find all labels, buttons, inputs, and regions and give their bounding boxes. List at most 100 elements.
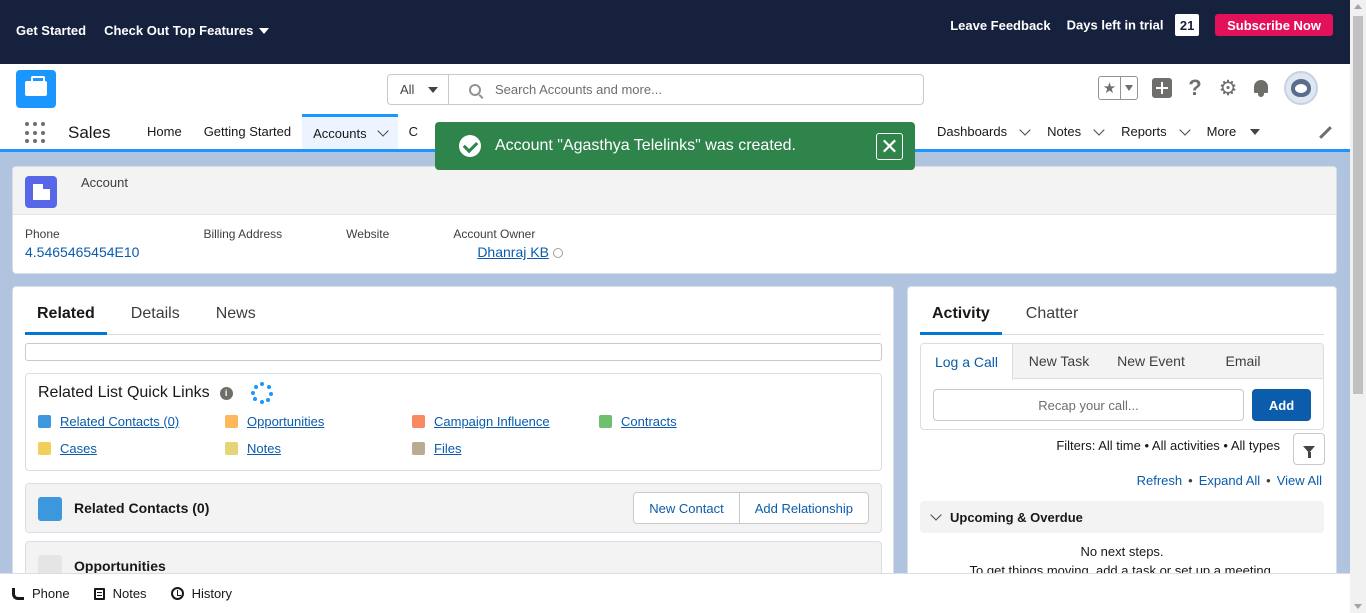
nav-item-home[interactable]: Home xyxy=(136,114,193,149)
page-scrollbar[interactable] xyxy=(1350,0,1366,613)
favorites-dropdown[interactable] xyxy=(1121,77,1137,99)
edit-nav-pencil-icon[interactable] xyxy=(1318,126,1332,140)
quick-link-opportunities[interactable]: Opportunities xyxy=(225,414,412,429)
quick-link-related-contacts[interactable]: Related Contacts (0) xyxy=(38,414,225,429)
files-icon xyxy=(412,442,425,455)
global-search: All Search Accounts and more... xyxy=(387,74,924,105)
new-contact-button[interactable]: New Contact xyxy=(634,493,738,523)
help-icon[interactable]: ? xyxy=(1186,75,1204,101)
nav-item-getting-started[interactable]: Getting Started xyxy=(193,114,302,149)
cases-icon xyxy=(38,442,51,455)
app-launcher-icon[interactable] xyxy=(25,122,47,144)
gear-icon[interactable]: ⚙ xyxy=(1218,76,1238,101)
nav-item-dashboards[interactable]: Dashboards xyxy=(928,114,1038,149)
quick-link-files[interactable]: Files xyxy=(412,441,599,456)
days-left-label: Days left in trial xyxy=(1066,17,1164,33)
tab-log-a-call[interactable]: Log a Call xyxy=(921,344,1013,380)
tab-new-event[interactable]: New Event xyxy=(1105,344,1197,378)
utility-history[interactable]: History xyxy=(170,586,233,601)
field-phone: Phone 4.5465465454E10 xyxy=(25,227,139,260)
contacts-icon xyxy=(38,497,62,521)
utility-label: Notes xyxy=(112,586,147,601)
card-title[interactable]: Opportunities xyxy=(74,558,166,574)
quick-link-notes[interactable]: Notes xyxy=(225,441,412,456)
field-website: Website xyxy=(346,227,389,260)
search-scope-label: All xyxy=(400,82,415,97)
no-next-steps-text: No next steps. xyxy=(1080,544,1164,559)
tab-details[interactable]: Details xyxy=(119,301,192,335)
card-title[interactable]: Related Contacts (0) xyxy=(74,500,209,516)
tab-new-task[interactable]: New Task xyxy=(1013,344,1105,378)
success-check-icon xyxy=(459,135,481,157)
avatar[interactable] xyxy=(1284,71,1318,105)
nav-item-reports[interactable]: Reports xyxy=(1112,114,1198,149)
upcoming-overdue-section[interactable]: Upcoming & Overdue xyxy=(920,501,1324,533)
quick-link-contracts[interactable]: Contracts xyxy=(599,414,786,429)
app-logo-icon[interactable] xyxy=(16,70,56,108)
utility-label: Phone xyxy=(32,586,70,601)
nav-item-contacts[interactable]: C xyxy=(398,114,429,149)
refresh-link[interactable]: Refresh xyxy=(1137,473,1183,488)
utility-notes[interactable]: Notes xyxy=(93,586,147,601)
add-relationship-button[interactable]: Add Relationship xyxy=(738,493,868,523)
scrollbar-thumb[interactable] xyxy=(1353,16,1363,394)
leave-feedback-link[interactable]: Leave Feedback xyxy=(950,18,1050,33)
scroll-down-icon[interactable] xyxy=(1354,604,1362,609)
contracts-icon xyxy=(599,415,612,428)
app-name: Sales xyxy=(68,123,111,142)
info-icon[interactable]: i xyxy=(219,386,233,400)
trial-bar: Get Started Check Out Top Features Leave… xyxy=(0,0,1350,64)
tab-email[interactable]: Email xyxy=(1197,344,1289,378)
notes-icon xyxy=(93,587,105,600)
chevron-down-icon[interactable] xyxy=(1178,123,1191,136)
caret-down-icon xyxy=(259,27,270,34)
nav-item-more[interactable]: More xyxy=(1198,114,1270,149)
close-icon[interactable]: ✕ xyxy=(876,133,903,160)
quick-link-campaign-influence[interactable]: Campaign Influence xyxy=(412,414,599,429)
phone-value-link[interactable]: 4.5465465454E10 xyxy=(25,244,139,260)
filter-icon xyxy=(1303,445,1315,458)
field-label: Billing Address xyxy=(203,227,283,241)
scroll-up-icon[interactable] xyxy=(1354,4,1362,9)
activity-panel: Activity Chatter Log a Call New Task New… xyxy=(907,286,1337,586)
subscribe-now-button[interactable]: Subscribe Now xyxy=(1215,14,1333,36)
tab-chatter[interactable]: Chatter xyxy=(1014,301,1090,335)
top-features-menu[interactable]: Check Out Top Features xyxy=(104,23,270,38)
get-started-link[interactable]: Get Started xyxy=(16,23,86,38)
quick-link-label: Opportunities xyxy=(247,414,325,429)
loading-spinner-icon xyxy=(250,382,273,404)
nav-item-accounts[interactable]: Accounts xyxy=(302,114,398,149)
add-button[interactable]: Add xyxy=(1252,389,1311,421)
quick-link-label: Files xyxy=(434,441,462,456)
caret-down-icon xyxy=(1125,85,1133,91)
utility-label: History xyxy=(191,586,233,601)
nav-item-notes[interactable]: Notes xyxy=(1038,114,1112,149)
favorites-button[interactable]: ★ xyxy=(1098,76,1138,100)
days-left-count: 21 xyxy=(1175,14,1200,36)
filter-button[interactable] xyxy=(1293,433,1325,465)
tab-activity[interactable]: Activity xyxy=(920,301,1002,335)
chevron-down-icon[interactable] xyxy=(1093,123,1105,136)
notes-icon xyxy=(225,442,238,455)
tab-related[interactable]: Related xyxy=(25,301,107,335)
search-scope-select[interactable]: All xyxy=(388,75,449,104)
expand-all-link[interactable]: Expand All xyxy=(1199,473,1260,488)
global-actions-plus-icon[interactable] xyxy=(1152,78,1172,98)
card-actions: New Contact Add Relationship xyxy=(633,492,869,524)
change-owner-icon[interactable] xyxy=(552,248,563,259)
view-all-link[interactable]: View All xyxy=(1277,473,1322,488)
chevron-down-icon[interactable] xyxy=(1019,123,1031,136)
recap-call-input[interactable]: Recap your call... xyxy=(933,389,1244,421)
field-label: Account Owner xyxy=(453,227,536,241)
owner-link[interactable]: Dhanraj KB xyxy=(453,244,549,260)
star-icon[interactable]: ★ xyxy=(1099,77,1121,99)
tab-news[interactable]: News xyxy=(204,301,268,335)
related-list-quick-links: Related List Quick Links i Related Conta… xyxy=(25,373,882,471)
field-label: Phone xyxy=(25,227,60,241)
quick-link-cases[interactable]: Cases xyxy=(38,441,225,456)
utility-phone[interactable]: Phone xyxy=(12,586,70,601)
bell-icon[interactable] xyxy=(1252,79,1270,97)
search-input[interactable]: Search Accounts and more... xyxy=(449,75,923,104)
chevron-down-icon[interactable] xyxy=(376,125,389,137)
quick-link-label: Related Contacts (0) xyxy=(60,414,180,429)
